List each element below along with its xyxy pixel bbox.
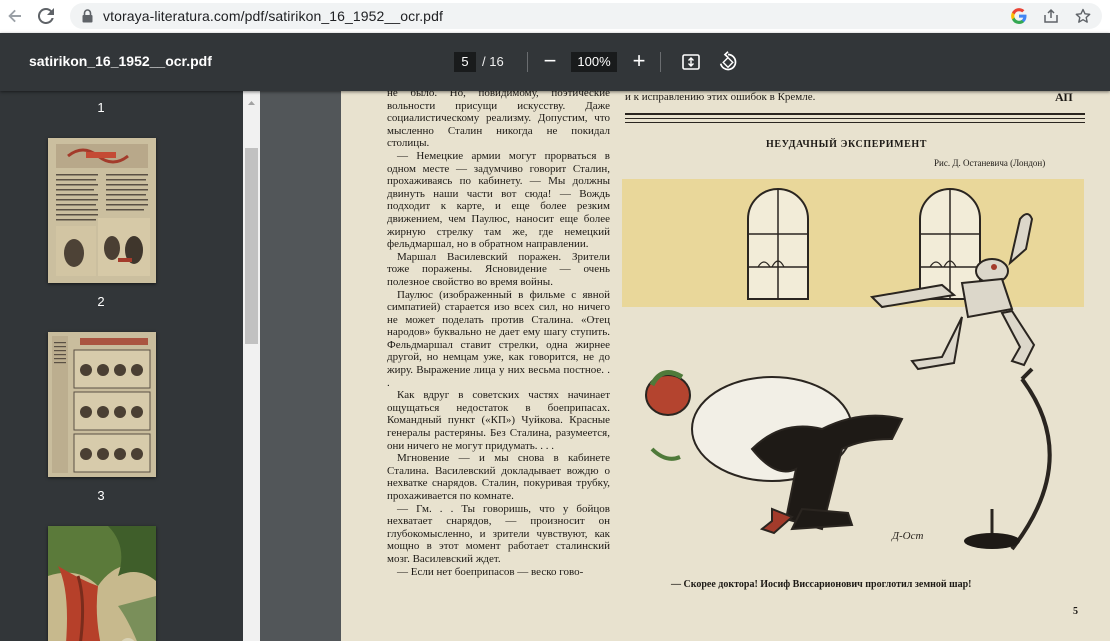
toolbar-divider bbox=[660, 52, 661, 72]
google-icon[interactable] bbox=[1010, 7, 1028, 25]
page-total: / 16 bbox=[482, 54, 504, 69]
rotate-icon[interactable] bbox=[717, 51, 739, 73]
paragraph: Паулюс (изображенный в фильме с явной си… bbox=[387, 288, 610, 389]
cartoon-credit: Рис. Д. Останевича (Лондон) bbox=[934, 158, 1046, 168]
divider-rule bbox=[625, 113, 1085, 115]
fit-to-page-icon[interactable] bbox=[681, 52, 701, 72]
page-number-input[interactable]: 5 bbox=[454, 52, 476, 72]
pdf-toolbar: satirikon_16_1952__ocr.pdf 5 / 16 − 100%… bbox=[0, 33, 1110, 91]
zoom-in-button[interactable]: + bbox=[629, 47, 649, 75]
thumbnail-sidebar: 1 2 3 bbox=[0, 91, 243, 641]
article-text-column: не было. Но, повидимому, поэтические вол… bbox=[387, 91, 610, 578]
paragraph: — Гм. . . Ты говоришь, что у бойцов нехв… bbox=[387, 502, 610, 565]
thumbnail-page-4[interactable] bbox=[48, 526, 156, 641]
back-arrow-icon[interactable] bbox=[4, 5, 26, 27]
thumbnail-label[interactable]: 1 bbox=[0, 100, 202, 115]
pdf-viewer[interactable]: не было. Но, повидимому, поэтические вол… bbox=[260, 91, 1110, 641]
paragraph: — Немецкие армии могут прорваться в одно… bbox=[387, 149, 610, 251]
reload-icon[interactable] bbox=[35, 5, 57, 27]
paragraph: — Если нет боеприпасов — веско гово- bbox=[397, 565, 584, 578]
thumbnail-page-3[interactable] bbox=[48, 332, 156, 477]
right-column-mark: АП bbox=[1055, 91, 1073, 104]
thumbnail-label[interactable]: 2 bbox=[0, 294, 202, 309]
toolbar-divider bbox=[527, 52, 528, 72]
paragraph: Маршал Василевский поражен. Зрители тоже… bbox=[387, 250, 610, 288]
thumbnail-label[interactable]: 3 bbox=[0, 488, 202, 503]
zoom-out-button[interactable]: − bbox=[540, 47, 560, 75]
divider-rule bbox=[625, 122, 1085, 123]
zoom-level-input[interactable]: 100% bbox=[571, 52, 617, 72]
divider-rule bbox=[625, 118, 1085, 119]
printed-page-number: 5 bbox=[1073, 606, 1078, 617]
star-icon[interactable] bbox=[1074, 7, 1092, 25]
cartoon-illustration: Д-Ост bbox=[622, 179, 1084, 579]
thumbnail-page-2[interactable] bbox=[48, 138, 156, 283]
paragraph: Мгновение — и мы снова в кабинете Сталин… bbox=[387, 452, 610, 502]
browser-address-bar: vtoraya-literatura.com/pdf/satirikon_16_… bbox=[0, 0, 1110, 33]
pdf-page: не было. Но, повидимому, поэтические вол… bbox=[341, 91, 1110, 641]
cartoon-signature: Д-Ост bbox=[891, 530, 923, 542]
scroll-up-arrow-icon[interactable] bbox=[246, 94, 257, 105]
url-text[interactable]: vtoraya-literatura.com/pdf/satirikon_16_… bbox=[103, 8, 443, 24]
pdf-filename: satirikon_16_1952__ocr.pdf bbox=[29, 53, 212, 69]
paragraph: Как вдруг в советских частях начинает ощ… bbox=[387, 389, 610, 452]
cartoon-caption: — Скорее доктора! Иосиф Виссарионович пр… bbox=[671, 579, 972, 590]
sidebar-scrollbar-thumb[interactable] bbox=[245, 148, 258, 344]
share-icon[interactable] bbox=[1042, 7, 1060, 25]
omnibox[interactable]: vtoraya-literatura.com/pdf/satirikon_16_… bbox=[70, 3, 1102, 29]
lock-icon[interactable] bbox=[82, 9, 94, 23]
paragraph: не было. Но, повидимому, поэтические вол… bbox=[387, 91, 610, 150]
cartoon-title: НЕУДАЧНЫЙ ЭКСПЕРИМЕНТ bbox=[766, 139, 928, 150]
right-column-text: и к исправлению этих ошибок в Кремле. bbox=[625, 91, 816, 103]
